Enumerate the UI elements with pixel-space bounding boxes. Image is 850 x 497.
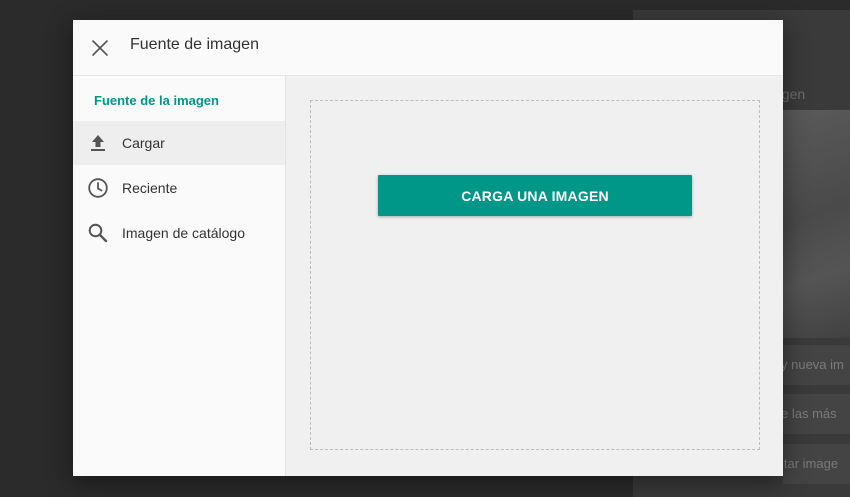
image-source-dialog: Fuente de imagen Fuente de la imagen Car…	[73, 20, 783, 476]
background-row: itar image	[783, 444, 850, 484]
dialog-title: Fuente de imagen	[130, 36, 259, 53]
sidebar-item-recent[interactable]: Reciente	[73, 166, 285, 210]
sidebar-item-label: Imagen de catálogo	[122, 225, 245, 241]
upload-image-button[interactable]: CARGA UNA IMAGEN	[378, 175, 692, 216]
source-sidebar: Fuente de la imagen Cargar Reciente Imag…	[73, 76, 286, 476]
sidebar-item-label: Reciente	[122, 180, 178, 196]
sidebar-heading: Fuente de la imagen	[94, 93, 219, 108]
clock-icon	[87, 177, 109, 199]
background-row-text: e las más	[783, 406, 837, 421]
sidebar-item-label: Cargar	[122, 135, 165, 151]
dialog-header: Fuente de imagen	[73, 20, 783, 76]
upload-icon	[87, 132, 109, 154]
upload-panel: CARGA UNA IMAGEN	[286, 76, 783, 476]
background-image	[783, 110, 850, 338]
background-row-text: y nueva im	[783, 357, 844, 372]
drop-zone[interactable]: CARGA UNA IMAGEN	[310, 100, 760, 450]
sidebar-item-upload[interactable]: Cargar	[73, 121, 285, 165]
close-icon	[92, 40, 108, 56]
close-button[interactable]	[89, 37, 111, 59]
background-row: e las más	[783, 394, 850, 434]
background-row-text: itar image	[783, 456, 839, 471]
background-row: y nueva im	[783, 345, 850, 385]
sidebar-item-catalog[interactable]: Imagen de catálogo	[73, 211, 285, 255]
search-icon	[87, 222, 109, 244]
